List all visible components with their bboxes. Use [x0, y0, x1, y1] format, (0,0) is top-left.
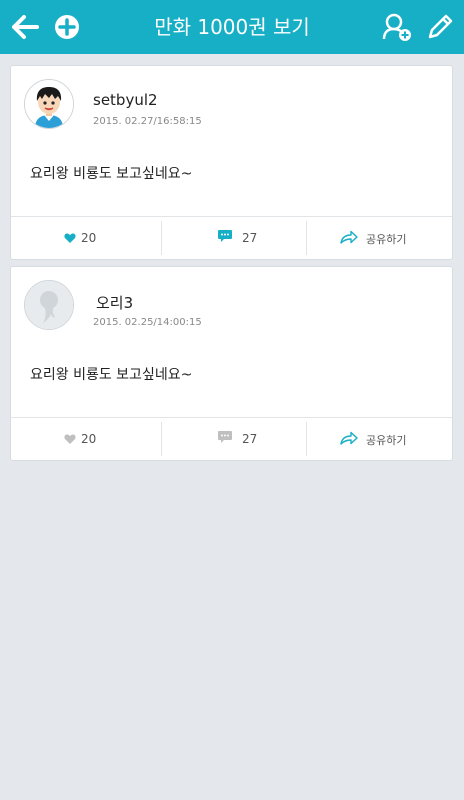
top-app-bar: 만화 1000권 보기	[0, 0, 464, 54]
post-actions: 20 27 공유하기	[11, 216, 452, 259]
comment-button[interactable]: 27	[162, 418, 306, 460]
comment-bubble-icon	[218, 431, 232, 443]
boy-avatar-icon	[25, 80, 73, 128]
like-button[interactable]: 20	[11, 418, 161, 460]
add-person-icon	[382, 13, 411, 41]
post-content: 요리왕 비룡도 보고싶네요~	[30, 367, 193, 383]
comment-button[interactable]: 27	[162, 217, 306, 259]
share-arrow-icon	[340, 431, 358, 445]
like-count: 20	[81, 432, 97, 446]
comment-count: 27	[242, 231, 258, 245]
comment-count: 27	[242, 432, 258, 446]
pencil-icon	[428, 14, 453, 39]
username[interactable]: setbyul2	[93, 91, 158, 109]
avatar[interactable]	[24, 280, 74, 330]
heart-icon	[64, 434, 76, 444]
comment-bubble-icon	[218, 230, 232, 242]
post-timestamp: 2015. 02.25/14:00:15	[93, 317, 202, 328]
share-button[interactable]: 공유하기	[307, 418, 454, 460]
post-content: 요리왕 비룡도 보고싶네요~	[30, 166, 193, 182]
write-button[interactable]	[423, 10, 457, 44]
like-count: 20	[81, 231, 97, 245]
default-avatar-icon	[25, 281, 73, 329]
share-label: 공유하기	[366, 434, 407, 447]
avatar[interactable]	[24, 79, 74, 129]
heart-icon	[64, 233, 76, 243]
add-friend-button[interactable]	[380, 10, 416, 44]
username[interactable]: 오리3	[96, 292, 133, 313]
share-arrow-icon	[340, 230, 358, 244]
post-timestamp: 2015. 02.27/16:58:15	[93, 116, 202, 127]
like-button[interactable]: 20	[11, 217, 161, 259]
post-card: 오리3 2015. 02.25/14:00:15 요리왕 비룡도 보고싶네요~ …	[10, 266, 453, 461]
post-card: setbyul2 2015. 02.27/16:58:15 요리왕 비룡도 보고…	[10, 65, 453, 260]
share-button[interactable]: 공유하기	[307, 217, 454, 259]
post-actions: 20 27 공유하기	[11, 417, 452, 460]
share-label: 공유하기	[366, 233, 407, 246]
